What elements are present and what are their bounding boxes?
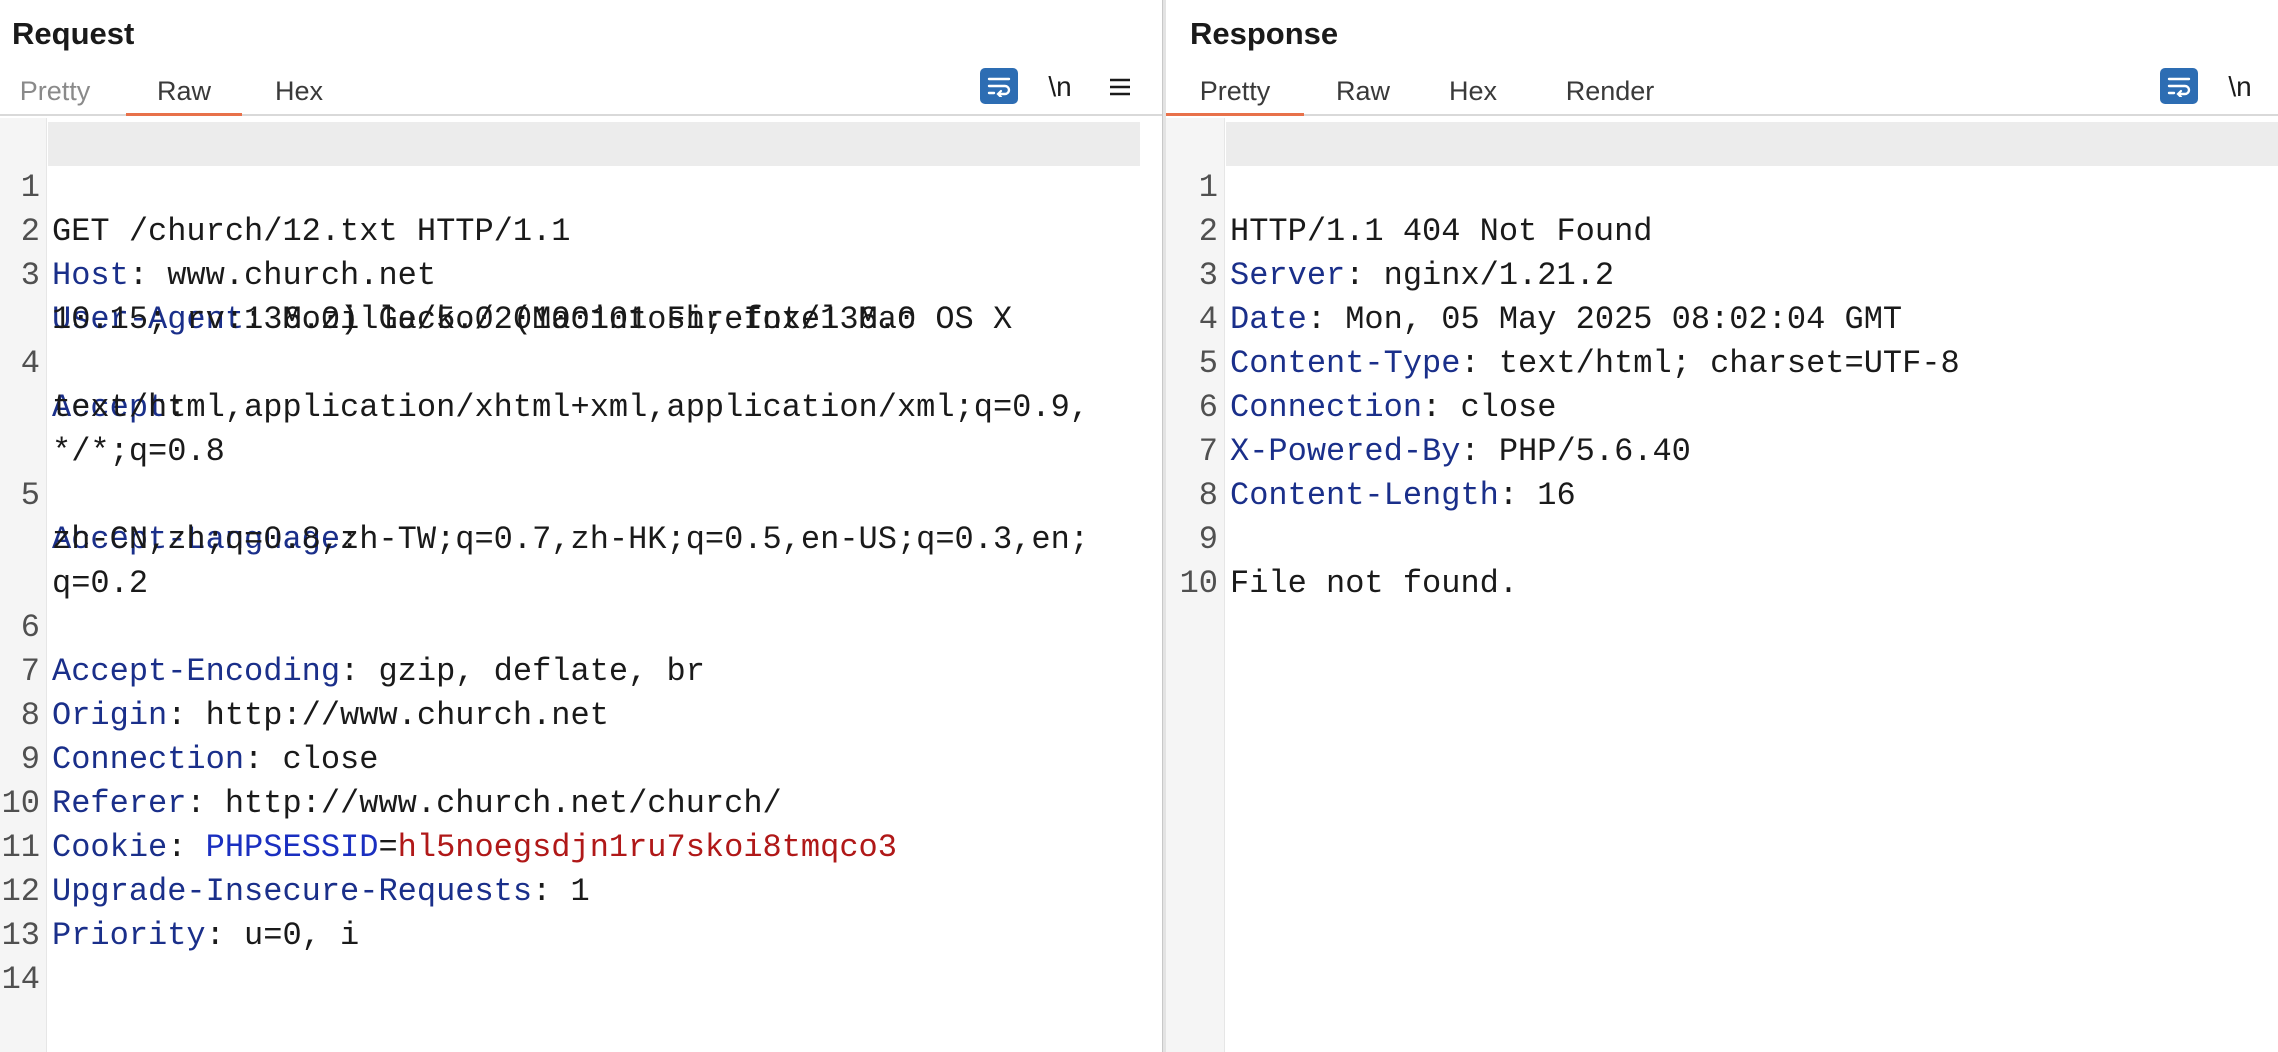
response-line-7: 7 Content-Length: 16 (1166, 386, 2278, 514)
hamburger-menu-icon (1110, 78, 1130, 96)
response-pane: Response Pretty Raw Hex Render \n 1 HTTP… (1166, 0, 2278, 1052)
line-number: 10 (1179, 565, 1218, 602)
request-line-1: 1 GET /church/12.txt HTTP/1.1 (0, 122, 1162, 250)
request-line-9: 9 Referer: http://www.church.net/church/ (0, 694, 1162, 822)
request-menu-button[interactable] (1103, 68, 1137, 106)
request-line-4-wrap-2: */*;q=0.8 (0, 386, 1162, 470)
request-pane: Request Pretty Raw Hex \n 1 GET /church/… (0, 0, 1162, 1052)
request-line-5-wrap-2: q=0.2 (0, 518, 1162, 602)
request-line-11: 11 Upgrade-Insecure-Requests: 1 (0, 782, 1162, 910)
request-wrap-button[interactable] (980, 68, 1018, 104)
response-line-9: 9 File not found. (1166, 474, 2278, 602)
request-line-3: 3 User-Agent: Mozilla/5.0 (Macintosh; In… (0, 210, 1162, 338)
response-line-8: 8 (1166, 430, 2278, 514)
request-line-5-wrap-1: zh-CN,zh;q=0.8,zh-TW;q=0.7,zh-HK;q=0.5,e… (0, 474, 1162, 558)
request-line-4: 4 Accept: (0, 298, 1162, 426)
response-tabbar: Pretty Raw Hex Render (1166, 66, 2278, 116)
response-line-4: 4 Content-Type: text/html; charset=UTF-8 (1166, 254, 2278, 382)
response-tab-pretty[interactable]: Pretty (1166, 66, 1304, 116)
line-number: 14 (1, 961, 40, 998)
request-line-13: 13 (0, 870, 1162, 954)
response-line-10: 10 (1166, 518, 2278, 602)
response-editor[interactable]: 1 HTTP/1.1 404 Not Found 2 Server: nginx… (1166, 118, 2278, 1052)
request-line-12: 12 Priority: u=0, i (0, 826, 1162, 954)
request-tab-raw[interactable]: Raw (126, 66, 242, 116)
response-line-2: 2 Server: nginx/1.21.2 (1166, 166, 2278, 294)
request-editor[interactable]: 1 GET /church/12.txt HTTP/1.1 2 Host: ww… (0, 118, 1162, 1052)
request-line-2: 2 Host: www.church.net (0, 166, 1162, 294)
response-tab-raw[interactable]: Raw (1324, 66, 1402, 114)
text-wrap-icon (2167, 77, 2191, 97)
response-line-1: 1 HTTP/1.1 404 Not Found (1166, 122, 2278, 250)
request-line-3-wrap: 10.15; rv:136.0) Gecko/20100101 Firefox/… (0, 254, 1162, 338)
request-line-7: 7 Origin: http://www.church.net (0, 606, 1162, 734)
request-line-5: 5 Accept-Language: (0, 430, 1162, 558)
response-line-5: 5 Connection: close (1166, 298, 2278, 426)
response-title: Response (1190, 16, 1339, 51)
request-tab-hex[interactable]: Hex (262, 66, 336, 114)
request-line-10: 10 Cookie: PHPSESSID=hl5noegsdjn1ru7skoi… (0, 738, 1162, 866)
request-line-6: 6 Accept-Encoding: gzip, deflate, br (0, 562, 1162, 690)
response-tab-hex[interactable]: Hex (1436, 66, 1510, 114)
response-wrap-button[interactable] (2160, 68, 2198, 104)
request-title: Request (12, 16, 135, 51)
response-line-3: 3 Date: Mon, 05 May 2025 08:02:04 GMT (1166, 210, 2278, 338)
response-newline-toggle[interactable]: \n (2220, 68, 2260, 106)
request-newline-toggle[interactable]: \n (1040, 68, 1080, 106)
text-wrap-icon (987, 77, 1011, 97)
response-tab-render[interactable]: Render (1554, 66, 1666, 114)
request-tab-pretty[interactable]: Pretty (12, 66, 98, 114)
request-line-14: 14 (0, 914, 1162, 998)
request-line-8: 8 Connection: close (0, 650, 1162, 778)
response-line-6: 6 X-Powered-By: PHP/5.6.40 (1166, 342, 2278, 470)
request-line-4-wrap-1: text/html,application/xhtml+xml,applicat… (0, 342, 1162, 426)
